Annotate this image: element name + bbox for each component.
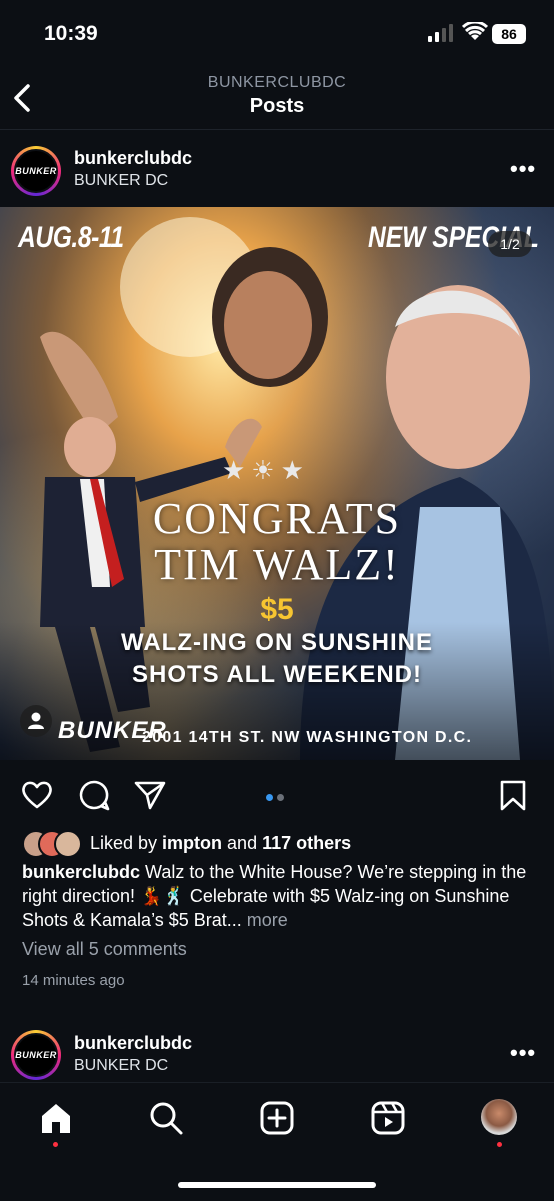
home-notification-dot [53,1142,58,1147]
status-time: 10:39 [44,22,98,45]
header-divider [0,129,554,130]
image-price: $5 [260,593,294,626]
bookmark-icon[interactable] [496,778,530,812]
likes-prefix: Liked by [90,833,163,853]
battery-indicator: 86 [492,24,526,44]
next-post-avatar[interactable]: BUNKER [11,1030,61,1080]
tagged-users-button[interactable] [20,705,52,737]
image-headline-1: CONGRATS [152,494,402,543]
page-title: Posts [249,95,305,117]
stars-decoration: ★☀★ [222,455,310,485]
profile-notification-dot [497,1142,502,1147]
liked-by-user[interactable]: impton [162,833,222,853]
avatar-logo-text: BUNKER [15,166,57,176]
caption-username[interactable]: bunkerclubdc [22,862,140,882]
create-post-icon[interactable] [259,1100,295,1136]
post-subtitle: BUNKER DC [74,172,169,189]
search-icon[interactable] [148,1100,184,1136]
image-promo-line-2: SHOTS ALL WEEKEND! [131,661,422,688]
carousel-counter: 1/2 [488,231,532,257]
post-timestamp: 14 minutes ago [22,972,125,989]
post-caption: bunkerclubdc Walz to the White House? We… [22,860,534,932]
image-promo-line-1: WALZ-ING ON SUNSHINE [121,629,433,656]
header-username: BUNKERCLUBDC [207,74,347,91]
more-options-icon[interactable]: ••• [510,156,536,182]
pager-dot-active [266,794,273,801]
post-avatar[interactable]: BUNKER [11,146,61,196]
wifi-icon [462,22,488,40]
view-comments-link[interactable]: View all 5 comments [22,939,187,960]
next-post-username[interactable]: bunkerclubdc [74,1033,192,1054]
post-image[interactable]: AUG.8-11 NEW SPECIAL 1/2 ★☀★ CONGRATS TI… [0,207,554,760]
next-more-options-icon[interactable]: ••• [510,1040,536,1066]
pager-dot [277,794,284,801]
home-icon[interactable] [38,1100,74,1136]
next-post-subtitle: BUNKER DC [74,1057,169,1074]
liker-avatar-3 [54,830,82,858]
home-indicator[interactable] [178,1182,376,1188]
reels-icon[interactable] [370,1100,406,1136]
image-headline-2: TIM WALZ! [154,540,400,589]
likes-text[interactable]: Liked by impton and 117 others [90,833,351,854]
caption-more-link[interactable]: more [242,910,288,930]
profile-avatar[interactable] [481,1099,517,1135]
likes-mid: and [222,833,263,853]
heart-icon[interactable] [20,778,54,812]
image-address: 2001 14TH ST. NW WASHINGTON D.C. [142,729,473,746]
carousel-pager [266,788,288,806]
share-icon[interactable] [133,778,167,812]
liker-avatars [22,830,88,858]
next-avatar-logo-text: BUNKER [15,1050,57,1060]
signal-icon [428,24,453,42]
likes-count[interactable]: 117 others [262,833,351,853]
image-date-text: AUG.8-11 [18,221,124,254]
post-username[interactable]: bunkerclubdc [74,148,192,169]
user-tag-icon [28,712,44,729]
comment-icon[interactable] [77,778,111,812]
